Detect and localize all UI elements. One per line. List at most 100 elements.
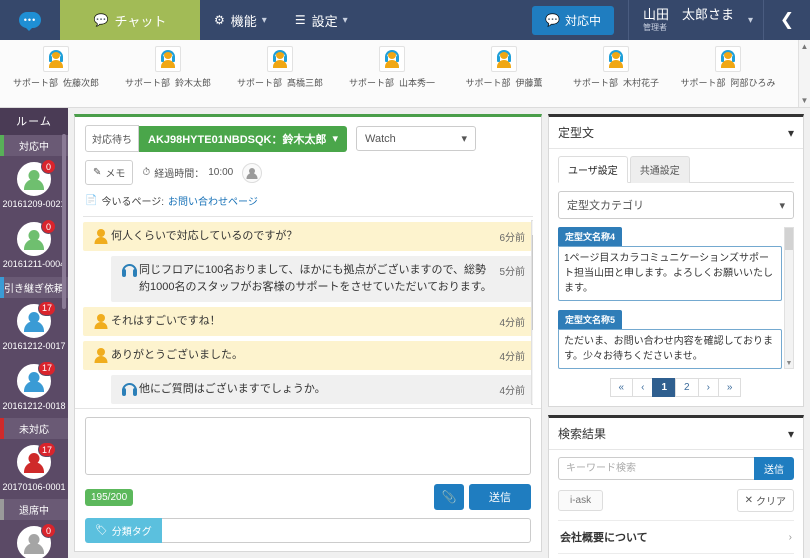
operator-name: サポート部 伊藤薫 (465, 78, 543, 88)
classification-tag-input[interactable] (161, 518, 531, 543)
room-section-header-away[interactable]: 退席中 (0, 499, 68, 521)
search-submit-button[interactable]: 送信 (754, 457, 794, 480)
room-list-item[interactable]: 17 20161212-0017 (0, 298, 68, 358)
room-list-item[interactable]: 17 20170106-0001 (0, 439, 68, 499)
page-prev-button[interactable]: ‹ (632, 378, 654, 397)
message-customer: 何人くらいで対応しているのですが？ 6分前 (83, 222, 533, 252)
room-section-header-handover[interactable]: 引き継ぎ依頼 (0, 276, 68, 298)
memo-button-label: メモ (105, 169, 126, 180)
status-button[interactable]: 💬 対応中 (531, 5, 614, 35)
message-list: 何人くらいで対応しているのですが？ 6分前 同じフロアに100名おりまして、ほか… (83, 216, 533, 408)
nav-tab-features[interactable]: ⚙ 機能 ▾ (200, 0, 281, 40)
page-1-button[interactable]: 1 (652, 378, 676, 397)
search-result-item[interactable]: 会社概要について › (558, 521, 794, 554)
search-result-label: 会社概要について (560, 532, 648, 544)
chevron-down-icon: ▾ (342, 14, 348, 26)
customer-avatar-icon (91, 313, 111, 330)
operator-strip-scrollbar[interactable]: ▲ ▼ (798, 40, 810, 107)
clock-icon: ⏱ (142, 167, 151, 178)
rooms-scrollbar[interactable] (62, 134, 66, 309)
page-last-button[interactable]: » (717, 378, 742, 397)
collapse-panel-button[interactable]: ❮ (764, 0, 810, 40)
page-2-button[interactable]: 2 (675, 378, 699, 397)
search-result-item[interactable]: 会社所在地について › (558, 554, 794, 558)
template-item[interactable]: 定型文名称5 ただいま、お問い合わせ内容を確認しております。少々お待ちくださいま… (558, 310, 782, 369)
search-source-chip[interactable]: i-ask (558, 490, 604, 511)
clear-search-button[interactable]: ✕ クリア (736, 489, 794, 512)
page-next-button[interactable]: › (697, 378, 719, 397)
room-list-item[interactable]: 17 20161212-0018 (0, 358, 68, 418)
current-page-link[interactable]: お問い合わせページ (168, 193, 258, 208)
elapsed-time-label: 経過時間： (154, 169, 205, 180)
tag-icon: 🏷 (95, 525, 108, 536)
search-results-panel-title: 検索結果 (558, 427, 607, 441)
classification-tag-button[interactable]: 🏷 分類タグ (85, 518, 162, 543)
templates-panel-header[interactable]: 定型文 ▾ (549, 117, 803, 149)
scrollbar-thumb[interactable] (532, 235, 533, 330)
chat-card: 対応待ち AKJ98HYTE01NBDSQK：鈴木太郎 ▾ Watch ▾ ✎ … (74, 114, 542, 552)
template-list-scrollbar[interactable]: ▼ (784, 227, 794, 369)
nav-tab-settings[interactable]: ☰ 設定 ▾ (281, 0, 362, 40)
template-name: 定型文名称4 (558, 227, 623, 246)
room-list-item[interactable]: 0 20161211-0004 (0, 216, 68, 276)
main-body: ルーム 対応中 0 20161209-0021 0 20161211-0004 … (0, 108, 810, 558)
operator-card[interactable]: サポート部 髙橋三郎 (224, 46, 336, 89)
chat-bubble-icon: ••• (19, 12, 41, 31)
room-unread-badge: 0 (41, 523, 56, 539)
send-button[interactable]: 送信 (469, 484, 531, 510)
operator-card[interactable]: サポート部 山本秀一 (336, 46, 448, 89)
user-menu[interactable]: 山田 太郎さま 管理者 ▾ (627, 0, 764, 40)
room-list-item[interactable]: 0 20161214-0011 (0, 520, 68, 558)
attach-button[interactable]: 📎 (434, 484, 464, 510)
tab-common-settings[interactable]: 共通設定 (629, 156, 690, 183)
chevron-down-icon[interactable]: ▾ (788, 126, 794, 140)
room-unread-badge: 17 (37, 442, 56, 457)
message-list-scrollbar[interactable]: ▲ ▼ (531, 220, 533, 405)
tab-user-settings[interactable]: ユーザ設定 (558, 156, 628, 183)
room-list-item[interactable]: 0 20161209-0021 (0, 156, 68, 216)
message-input[interactable] (85, 417, 531, 475)
room-section-label: 対応中 (19, 142, 49, 153)
templates-panel-title: 定型文 (558, 126, 595, 140)
app-logo[interactable]: ••• (0, 0, 60, 40)
room-section-label: 退席中 (19, 506, 49, 518)
template-category-select[interactable]: 定型文カテゴリ ▾ (558, 191, 794, 219)
room-section-label: 未対応 (19, 425, 49, 436)
chat-header: 対応待ち AKJ98HYTE01NBDSQK：鈴木太郎 ▾ Watch ▾ ✎ … (75, 117, 541, 214)
watch-select[interactable]: Watch ▾ (356, 126, 477, 151)
room-id: 20170106-0001 (2, 482, 66, 492)
scroll-down-icon: ▼ (532, 396, 533, 403)
operator-card[interactable]: サポート部 鈴木太郎 (112, 46, 224, 89)
operator-card[interactable]: サポート部 阿部ひろみ (672, 46, 784, 89)
memo-button[interactable]: ✎ メモ (85, 160, 134, 185)
operator-card[interactable]: サポート部 佐藤次郎 (0, 46, 112, 89)
templates-tabs: ユーザ設定 共通設定 (558, 156, 794, 183)
chat-icon: 💬 (544, 13, 560, 27)
page-first-button[interactable]: « (609, 378, 634, 397)
nav-tab-chat[interactable]: 💬 チャット (60, 0, 200, 40)
active-room-button[interactable]: AKJ98HYTE01NBDSQK：鈴木太郎 ▾ (139, 125, 348, 152)
template-item[interactable]: 定型文名称4 1ページ目スカラコミュニケーションズサポート担当山田と申します。よ… (558, 227, 782, 301)
scrollbar-thumb[interactable] (785, 228, 793, 250)
customer-avatar-icon (91, 228, 111, 245)
chevron-down-icon[interactable]: ▾ (788, 427, 794, 441)
room-section-header-active[interactable]: 対応中 (0, 135, 68, 156)
chevron-down-icon: ▾ (461, 133, 468, 145)
assigned-agent-avatar[interactable] (242, 162, 263, 183)
search-results-panel-header[interactable]: 検索結果 ▾ (549, 418, 803, 450)
room-id: 20161209-0021 (2, 199, 66, 209)
template-name: 定型文名称5 (558, 310, 623, 329)
operator-headset-avatar-icon (715, 46, 741, 72)
chevron-down-icon: ▾ (332, 133, 339, 145)
chevron-right-icon: › (788, 531, 792, 543)
operator-card[interactable]: サポート部 木村花子 (560, 46, 672, 89)
chevron-down-icon: ▾ (779, 199, 785, 212)
chat-header-row-room: 対応待ち AKJ98HYTE01NBDSQK：鈴木太郎 ▾ Watch ▾ (85, 125, 531, 152)
message-text: 同じフロアに100名おりまして、ほかにも拠点がございますので、総勢約1000名の… (139, 264, 492, 294)
message-text: それはすごいですね！ (111, 315, 221, 328)
room-section-header-unhandled[interactable]: 未対応 (0, 418, 68, 439)
operator-card[interactable]: サポート部 伊藤薫 (448, 46, 560, 89)
user-role: 管理者 (642, 23, 667, 32)
search-input[interactable] (558, 457, 754, 480)
operator-headset-avatar-icon (491, 46, 517, 72)
